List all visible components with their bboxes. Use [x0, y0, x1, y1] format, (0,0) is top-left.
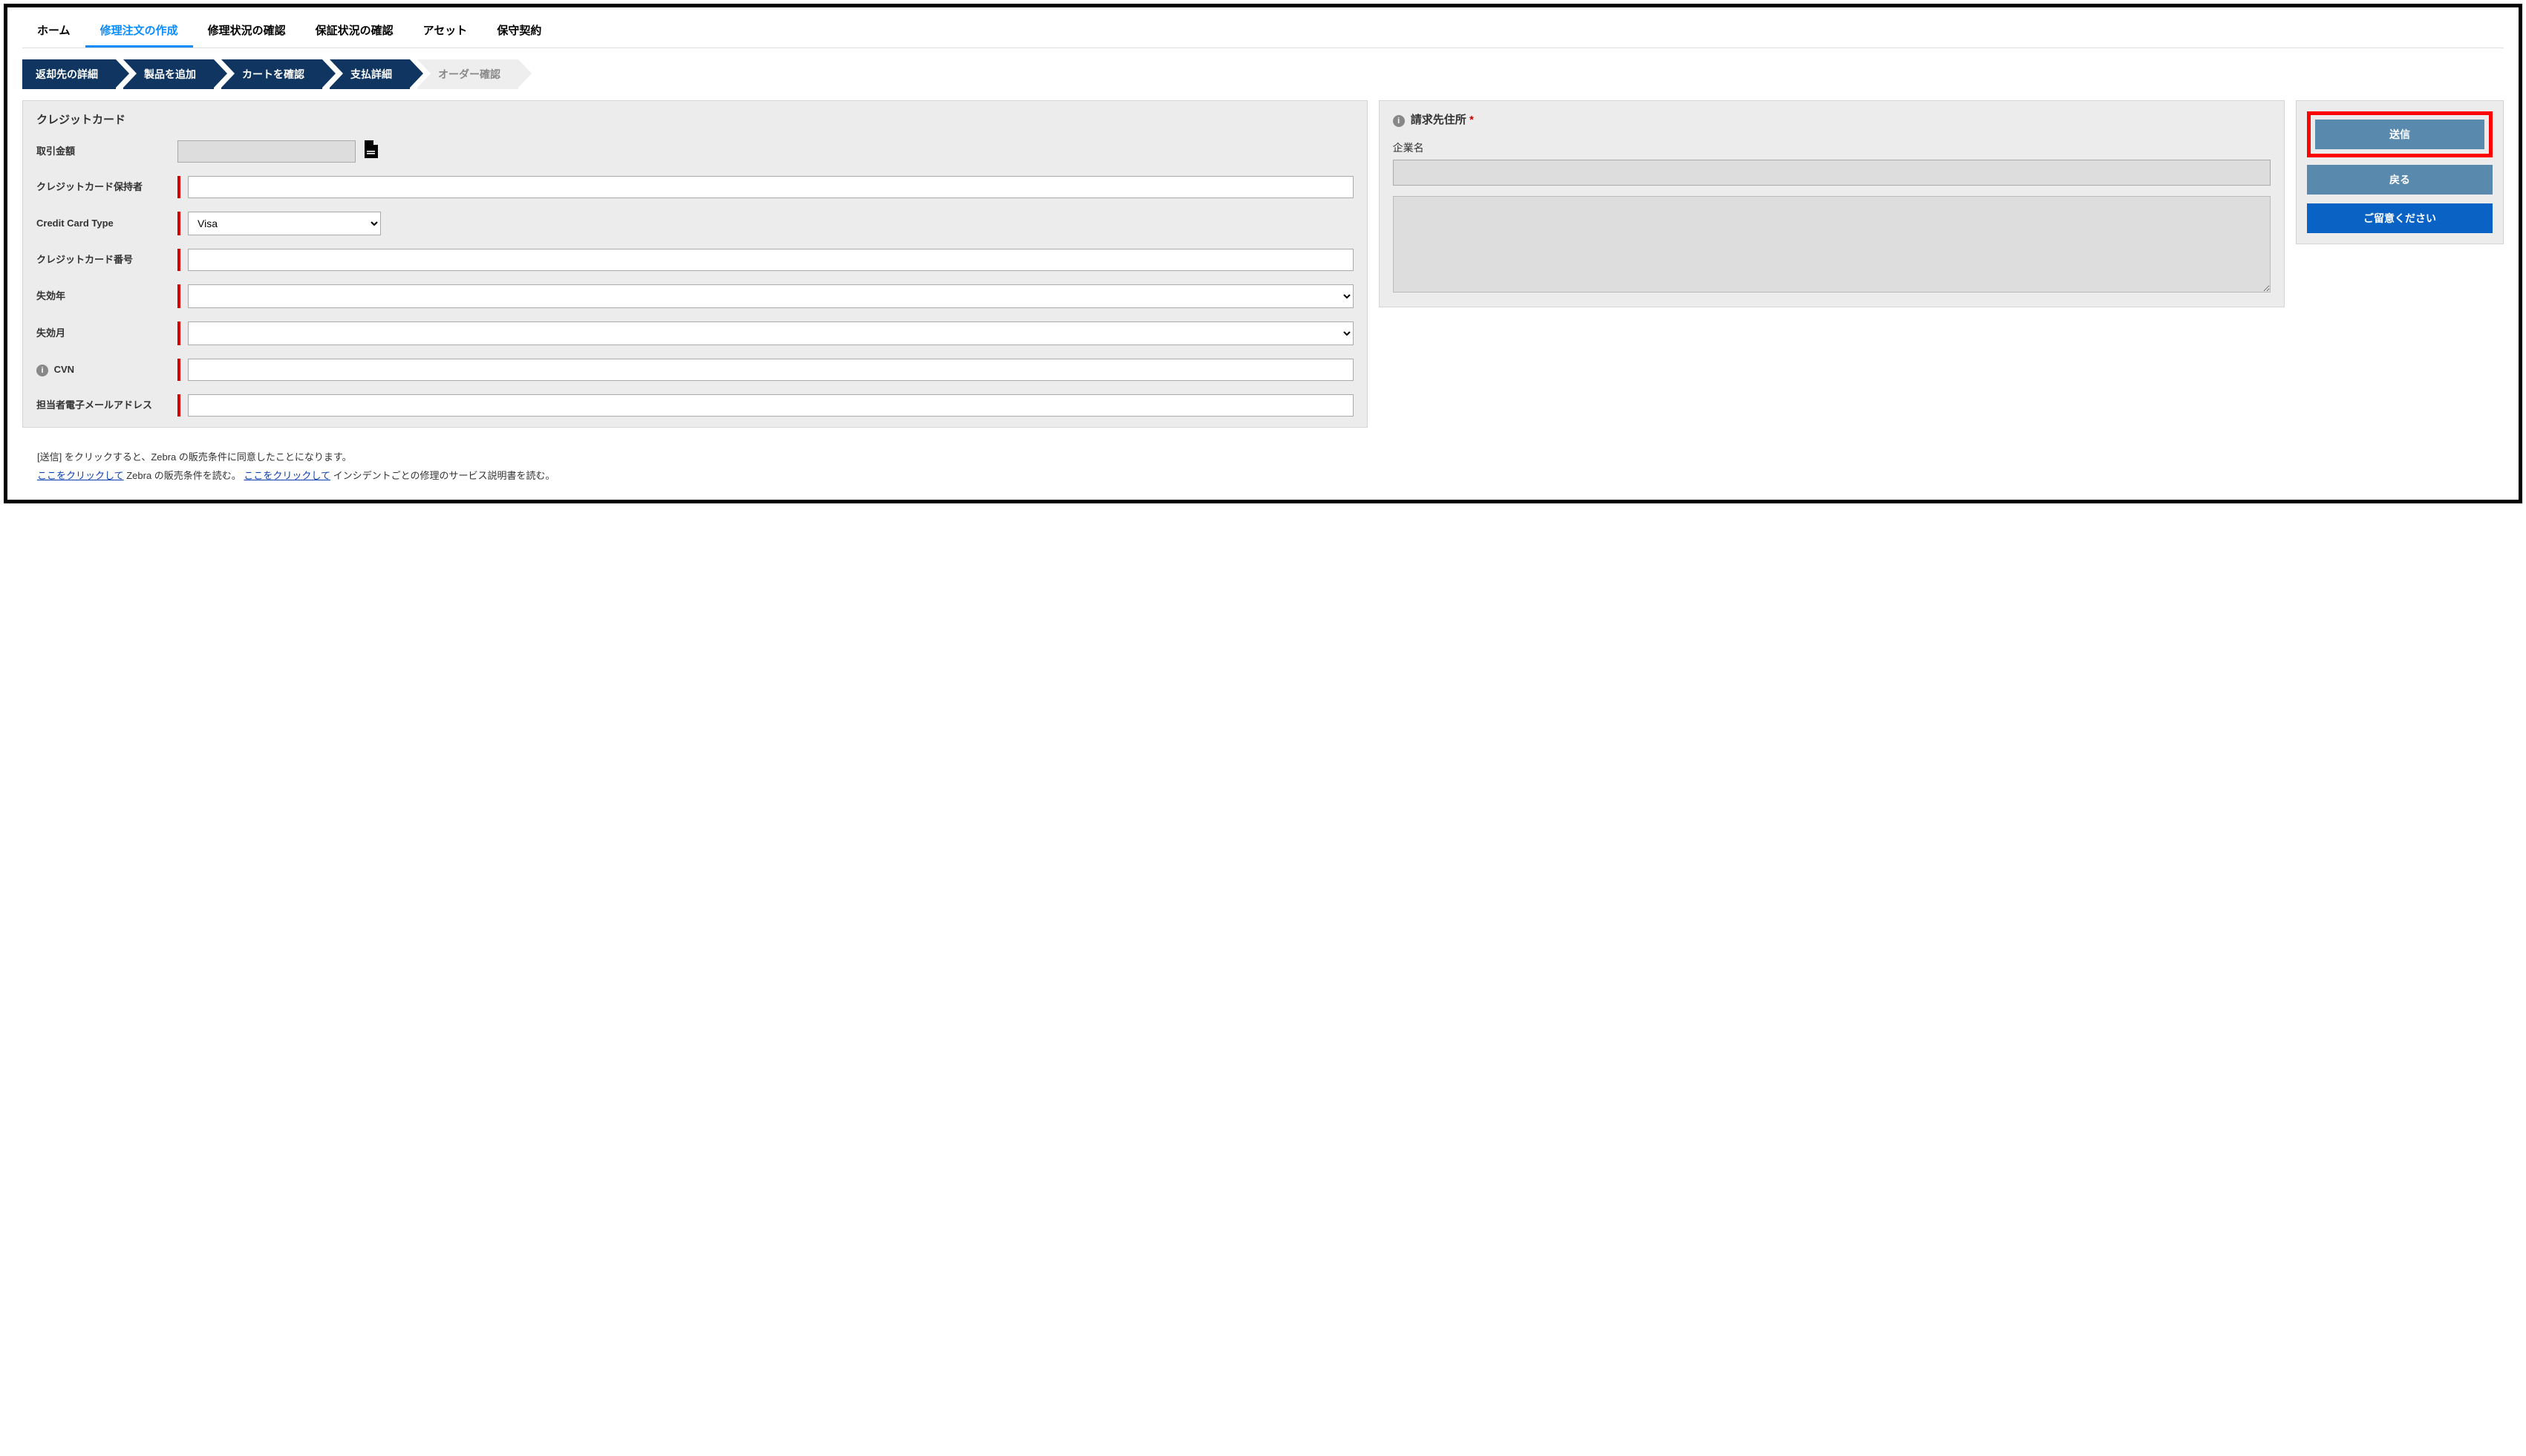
billing-title-row: i 請求先住所 *: [1393, 111, 2271, 127]
document-icon[interactable]: [363, 140, 378, 163]
row-holder: クレジットカード保持者: [36, 176, 1354, 198]
footer-consent-text: [送信] をクリックすると、Zebra の販売条件に同意したことになります。 こ…: [22, 448, 2504, 485]
app-frame: ホーム 修理注文の作成 修理状況の確認 保証状況の確認 アセット 保守契約 返却…: [4, 4, 2522, 503]
required-bar: [177, 284, 180, 308]
cvn-text: CVN: [54, 364, 74, 375]
billing-title: 請求先住所: [1411, 114, 1466, 126]
row-exp-month: 失効月: [36, 321, 1354, 345]
tab-assets[interactable]: アセット: [408, 15, 483, 48]
required-bar: [177, 249, 180, 271]
label-card-number: クレジットカード番号: [36, 254, 177, 267]
required-bar: [177, 212, 180, 235]
label-amount: 取引金額: [36, 146, 177, 158]
step-check-cart[interactable]: カートを確認: [221, 59, 322, 89]
row-card-number: クレジットカード番号: [36, 249, 1354, 271]
step-return-details[interactable]: 返却先の詳細: [22, 59, 116, 89]
label-holder: クレジットカード保持者: [36, 181, 177, 194]
footer-link-service[interactable]: ここをクリックして: [244, 470, 330, 481]
tab-create-repair[interactable]: 修理注文の作成: [85, 15, 193, 48]
label-cvn: i CVN: [36, 364, 177, 376]
label-exp-year: 失効年: [36, 290, 177, 303]
row-email: 担当者電子メールアドレス: [36, 394, 1354, 417]
required-bar: [177, 176, 180, 198]
footer-text-2b: インシデントごとの修理のサービス説明書を読む。: [330, 470, 555, 481]
select-exp-month[interactable]: [188, 321, 1354, 345]
tab-contracts[interactable]: 保守契約: [482, 15, 556, 48]
billing-address-panel: i 請求先住所 * 企業名: [1379, 100, 2285, 307]
main-content-row: クレジットカード 取引金額 クレジットカード保持者 Credit C: [22, 100, 2504, 428]
info-icon[interactable]: i: [36, 365, 48, 376]
footer-link-terms[interactable]: ここをクリックして: [37, 470, 124, 481]
row-exp-year: 失効年: [36, 284, 1354, 308]
textarea-billing-address: [1393, 196, 2271, 293]
input-company: [1393, 160, 2271, 186]
required-bar: [177, 394, 180, 417]
input-holder[interactable]: [188, 176, 1354, 198]
note-button[interactable]: ご留意ください: [2307, 203, 2493, 233]
footer-line1: [送信] をクリックすると、Zebra の販売条件に同意したことになります。: [37, 448, 2504, 467]
input-email[interactable]: [188, 394, 1354, 417]
tab-repair-status[interactable]: 修理状況の確認: [193, 15, 301, 48]
back-button[interactable]: 戻る: [2307, 165, 2493, 195]
progress-steps: 返却先の詳細 製品を追加 カートを確認 支払詳細 オーダー確認: [22, 59, 2504, 89]
required-bar: [177, 321, 180, 345]
submit-button[interactable]: 送信: [2315, 120, 2484, 149]
footer-text-2a: Zebra の販売条件を読む。: [124, 470, 244, 481]
label-email: 担当者電子メールアドレス: [36, 399, 177, 412]
row-amount: 取引金額: [36, 140, 1354, 163]
input-amount: [177, 140, 356, 163]
tab-home[interactable]: ホーム: [22, 15, 85, 48]
step-payment-details[interactable]: 支払詳細: [330, 59, 410, 89]
credit-card-title: クレジットカード: [36, 111, 1354, 127]
tab-warranty-status[interactable]: 保証状況の確認: [301, 15, 408, 48]
info-icon[interactable]: i: [1393, 115, 1405, 127]
actions-panel: 送信 戻る ご留意ください: [2296, 100, 2504, 244]
row-card-type: Credit Card Type Visa: [36, 212, 1354, 235]
credit-card-panel: クレジットカード 取引金額 クレジットカード保持者 Credit C: [22, 100, 1368, 428]
label-exp-month: 失効月: [36, 327, 177, 340]
input-card-number[interactable]: [188, 249, 1354, 271]
nav-tabs: ホーム 修理注文の作成 修理状況の確認 保証状況の確認 アセット 保守契約: [22, 15, 2504, 48]
label-card-type: Credit Card Type: [36, 218, 177, 230]
submit-highlight: 送信: [2307, 111, 2493, 157]
required-bar: [177, 359, 180, 381]
required-star: *: [1469, 114, 1474, 126]
input-cvn[interactable]: [188, 359, 1354, 381]
step-add-product[interactable]: 製品を追加: [123, 59, 214, 89]
row-cvn: i CVN: [36, 359, 1354, 381]
select-exp-year[interactable]: [188, 284, 1354, 308]
footer-line2: ここをクリックして Zebra の販売条件を読む。 ここをクリックして インシデ…: [37, 467, 2504, 486]
step-order-confirm: オーダー確認: [417, 59, 518, 89]
select-card-type[interactable]: Visa: [188, 212, 381, 235]
label-company: 企業名: [1393, 140, 2271, 155]
